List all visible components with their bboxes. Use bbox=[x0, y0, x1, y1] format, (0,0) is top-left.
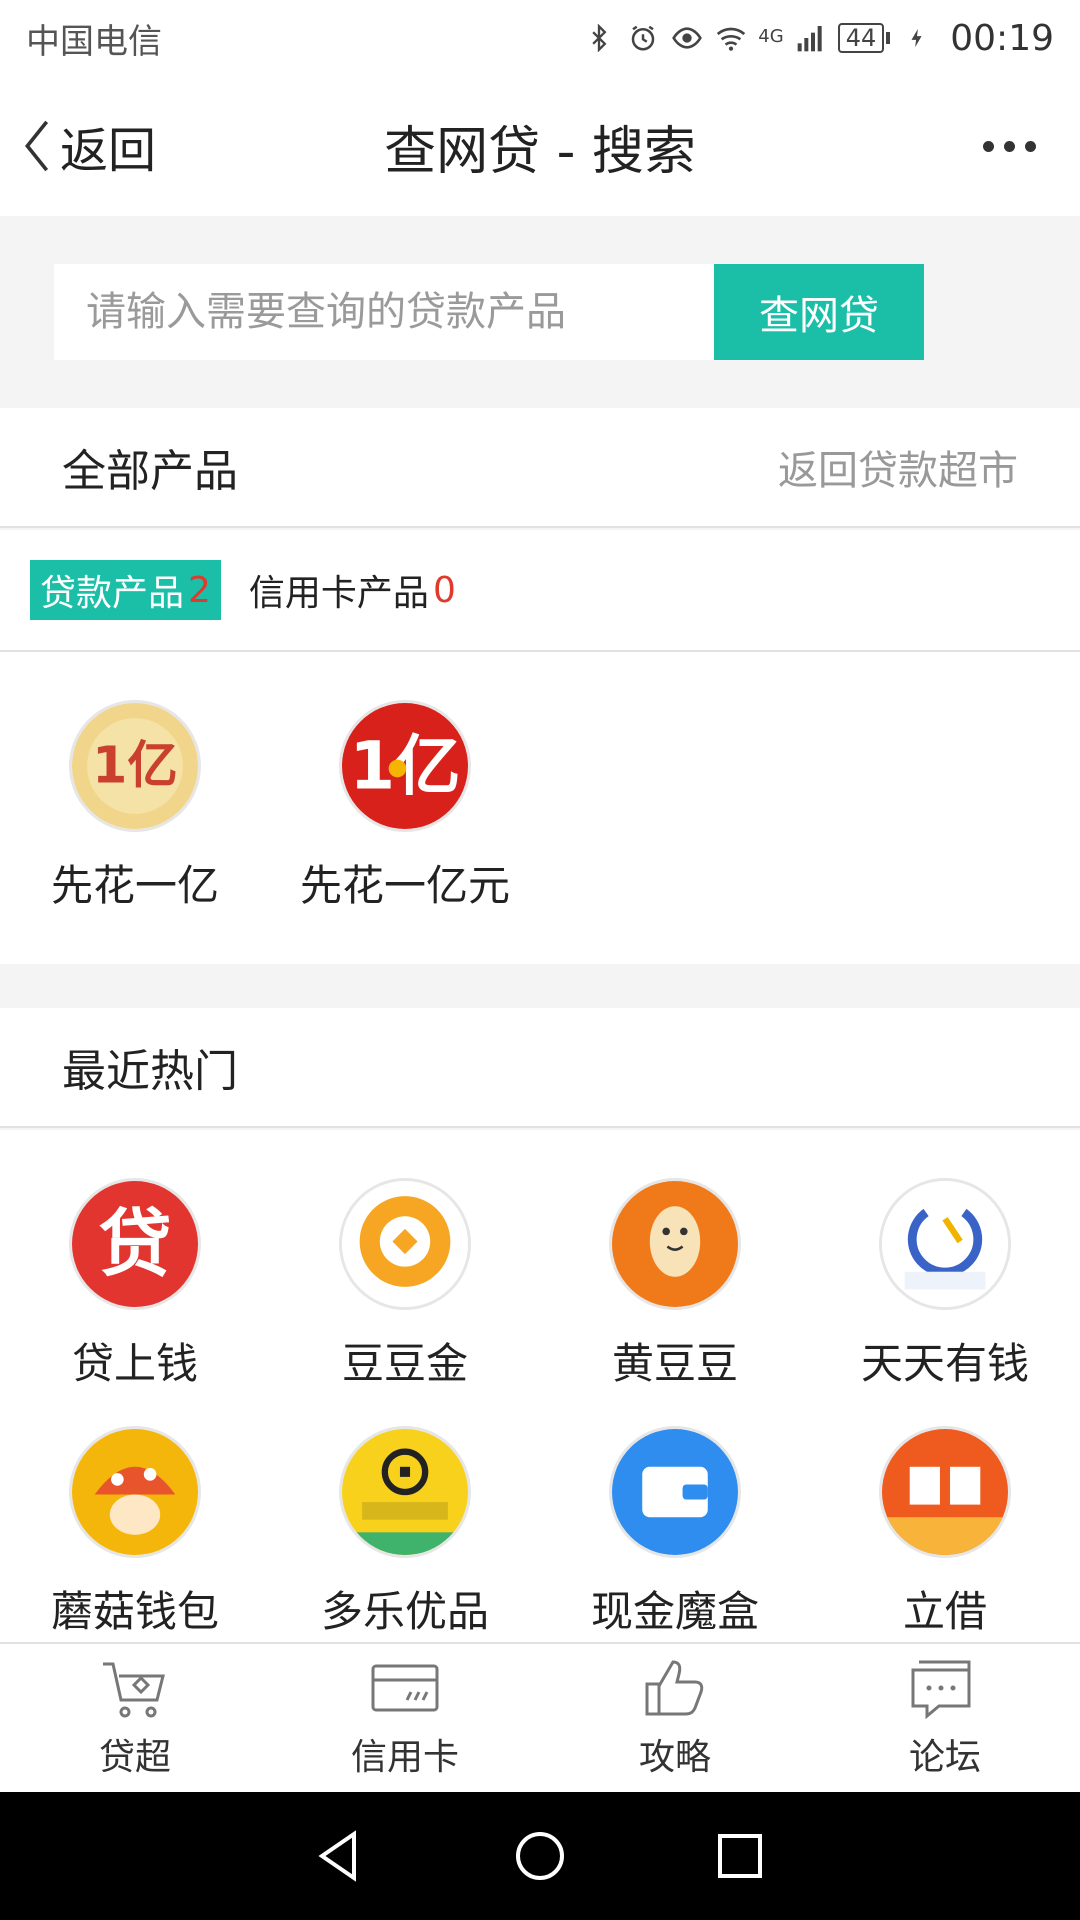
tab-credit-card-products[interactable]: 信用卡产品 0 bbox=[239, 560, 466, 620]
product-item[interactable]: 1亿 先花一亿元 bbox=[270, 700, 540, 913]
app-name: 立借 bbox=[902, 1587, 987, 1636]
carrier-name: 中国电信 bbox=[26, 21, 162, 62]
app-logo bbox=[339, 1178, 471, 1310]
app-logo bbox=[69, 1426, 201, 1558]
app-name: 天天有钱 bbox=[860, 1339, 1029, 1388]
tab-label: 信用卡 bbox=[350, 1737, 459, 1778]
hot-item[interactable]: 现金魔盒 bbox=[540, 1426, 810, 1639]
tab-forum[interactable]: 论坛 bbox=[810, 1644, 1080, 1792]
back-label: 返回 bbox=[60, 123, 157, 179]
cart-icon bbox=[103, 1662, 165, 1718]
hot-header: 最近热门 bbox=[0, 1008, 1080, 1128]
credit-card-icon bbox=[371, 1664, 439, 1712]
app-name: 蘑菇钱包 bbox=[50, 1587, 219, 1636]
product-name: 先花一亿元 bbox=[299, 861, 510, 910]
svg-text:贷: 贷 bbox=[98, 1202, 171, 1287]
hot-item[interactable]: 贷 贷上钱 bbox=[0, 1178, 270, 1391]
hot-grid: 贷 贷上钱 豆豆金 黄豆豆 天天有钱 蘑菇钱包 多乐优品 现金魔盒 立借 bbox=[0, 1130, 1080, 1642]
tab-label: 攻略 bbox=[638, 1737, 711, 1778]
app-name: 贷上钱 bbox=[71, 1339, 198, 1388]
bottom-tab-bar: 贷超 信用卡 攻略 论坛 bbox=[0, 1642, 1080, 1792]
app-name: 黄豆豆 bbox=[611, 1339, 738, 1388]
thumbs-up-icon bbox=[645, 1660, 704, 1716]
signal-icon bbox=[794, 21, 828, 55]
search-input[interactable] bbox=[54, 264, 714, 360]
tab-label: 信用卡产品 bbox=[248, 573, 429, 614]
product-type-tabs: 贷款产品 2 信用卡产品 0 bbox=[0, 530, 1080, 652]
tab-loan-products[interactable]: 贷款产品 2 bbox=[30, 560, 221, 620]
app-logo bbox=[879, 1178, 1011, 1310]
tab-count: 2 bbox=[188, 569, 211, 611]
all-products-title: 全部产品 bbox=[62, 446, 238, 497]
wifi-icon bbox=[714, 21, 748, 55]
status-bar: 中国电信 4G 44 00:19 bbox=[0, 0, 1080, 76]
hot-item[interactable]: 多乐优品 bbox=[270, 1426, 540, 1639]
app-logo bbox=[339, 1426, 471, 1558]
product-logo: 1亿 bbox=[69, 700, 201, 832]
nav-bar: 返回 查网贷 - 搜索 bbox=[0, 76, 1080, 216]
chevron-left-icon bbox=[25, 120, 49, 172]
network-type: 4G bbox=[758, 25, 784, 47]
hot-item[interactable]: 豆豆金 bbox=[270, 1178, 540, 1391]
eye-icon bbox=[670, 21, 704, 55]
chat-icon bbox=[911, 1660, 971, 1720]
app-name: 豆豆金 bbox=[341, 1339, 468, 1388]
hot-item[interactable]: 蘑菇钱包 bbox=[0, 1426, 270, 1639]
tab-guides[interactable]: 攻略 bbox=[540, 1644, 810, 1792]
tab-credit-card[interactable]: 信用卡 bbox=[270, 1644, 540, 1792]
hot-item[interactable]: 黄豆豆 bbox=[540, 1178, 810, 1391]
tab-label: 贷款产品 bbox=[40, 573, 185, 614]
product-name: 先花一亿 bbox=[50, 861, 219, 910]
hot-title: 最近热门 bbox=[62, 1046, 238, 1097]
app-logo bbox=[609, 1426, 741, 1558]
nav-home-icon[interactable] bbox=[510, 1826, 570, 1886]
app-name: 多乐优品 bbox=[320, 1587, 489, 1636]
search-results: 1亿 先花一亿 1亿 先花一亿元 bbox=[0, 652, 1080, 964]
tab-label: 论坛 bbox=[908, 1737, 981, 1778]
back-button[interactable]: 返回 bbox=[22, 76, 156, 216]
system-nav-bar bbox=[0, 1792, 1080, 1920]
hot-item[interactable]: 天天有钱 bbox=[810, 1178, 1080, 1391]
tab-loan-market[interactable]: 贷超 bbox=[0, 1644, 270, 1792]
svg-text:1亿: 1亿 bbox=[92, 735, 177, 794]
hot-item[interactable]: 立借 bbox=[810, 1426, 1080, 1639]
nav-back-icon[interactable] bbox=[310, 1826, 370, 1886]
tab-count: 0 bbox=[432, 569, 456, 611]
app-logo: 贷 bbox=[69, 1178, 201, 1310]
search-button[interactable]: 查网贷 bbox=[714, 264, 924, 360]
battery-level: 44 bbox=[837, 23, 885, 53]
alarm-icon bbox=[626, 21, 660, 55]
search-area: 查网贷 bbox=[0, 216, 1080, 408]
nav-recents-icon[interactable] bbox=[710, 1826, 770, 1886]
back-to-market-link[interactable]: 返回贷款超市 bbox=[778, 438, 1018, 496]
clock: 00:19 bbox=[950, 17, 1054, 59]
app-logo bbox=[609, 1178, 741, 1310]
app-logo bbox=[879, 1426, 1011, 1558]
all-products-header: 全部产品 返回贷款超市 bbox=[0, 408, 1080, 528]
app-name: 现金魔盒 bbox=[590, 1587, 759, 1636]
page-title: 查网贷 - 搜索 bbox=[384, 121, 696, 182]
more-dots-icon[interactable] bbox=[983, 76, 1036, 216]
battery-indicator: 44 bbox=[837, 23, 891, 53]
product-logo: 1亿 bbox=[339, 700, 471, 832]
product-item[interactable]: 1亿 先花一亿 bbox=[0, 700, 270, 913]
tab-label: 贷超 bbox=[98, 1737, 171, 1778]
charging-icon bbox=[900, 21, 934, 55]
bluetooth-icon bbox=[582, 21, 616, 55]
